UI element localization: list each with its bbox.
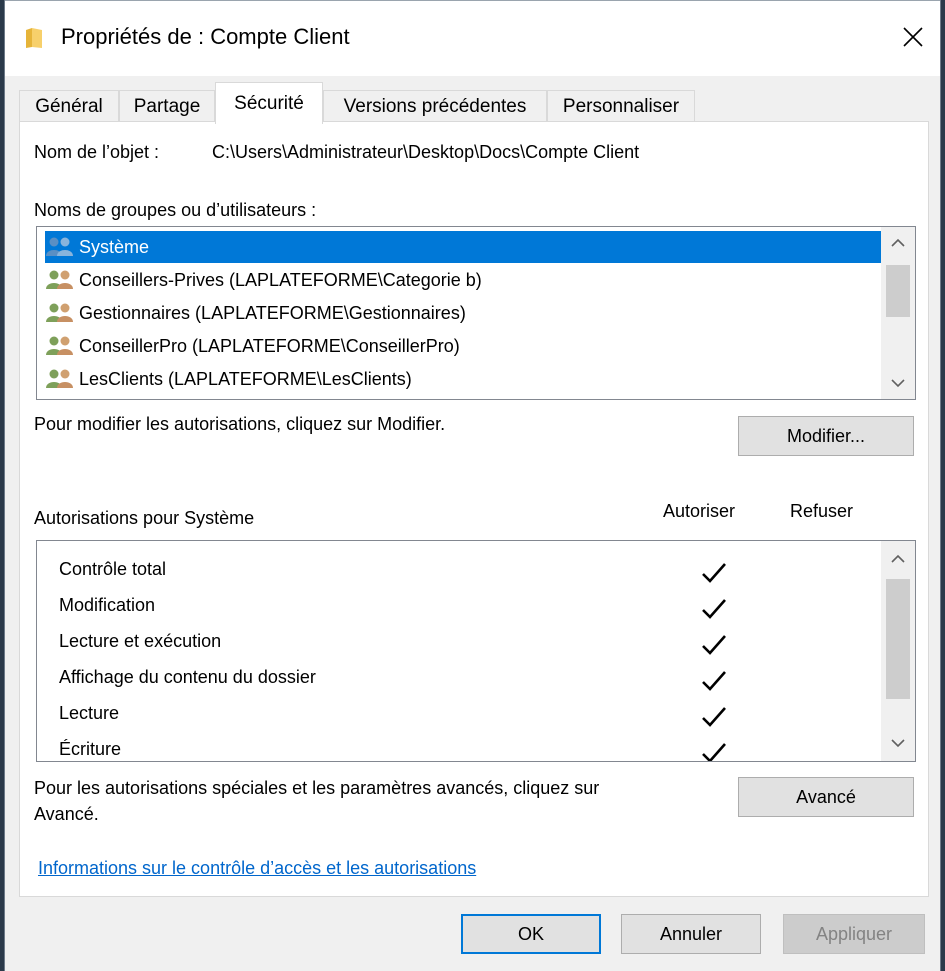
- object-path: C:\Users\Administrateur\Desktop\Docs\Com…: [212, 142, 640, 162]
- permission-row-full-control: Contrôle total: [37, 553, 883, 589]
- permission-name: Modification: [59, 595, 156, 615]
- check-icon: [702, 563, 726, 583]
- title-top-strip: [5, 0, 940, 6]
- title-bar: Propriétés de : Compte Client: [5, 0, 940, 76]
- groups-scrollbar[interactable]: [881, 227, 915, 399]
- scroll-down-icon[interactable]: [881, 369, 915, 397]
- groups-label: Noms de groupes ou d’utilisateurs :: [34, 200, 317, 220]
- close-icon: [903, 27, 923, 47]
- object-name-label: Nom de l’objet :: [34, 142, 160, 162]
- scroll-up-icon[interactable]: [881, 545, 915, 573]
- permission-name: Lecture et exécution: [59, 631, 222, 651]
- tab-general[interactable]: Général: [19, 90, 119, 122]
- window-title: Propriétés de : Compte Client: [61, 24, 350, 49]
- list-item-label: Conseillers-Prives (LAPLATEFORME\Categor…: [79, 269, 482, 290]
- list-item-systeme[interactable]: Système: [45, 231, 882, 263]
- permissions-scroll-thumb[interactable]: [886, 579, 910, 699]
- scroll-up-icon[interactable]: [881, 229, 915, 257]
- groups-list[interactable]: Système Conseillers-Prives (LAPLATEFORME…: [36, 226, 916, 400]
- permissions-list[interactable]: Contrôle total Modification Lecture et e…: [36, 540, 916, 762]
- list-item-label: LesClients (LAPLATEFORME\LesClients): [79, 368, 412, 389]
- groups-scroll-thumb[interactable]: [886, 265, 910, 317]
- tab-previous-versions[interactable]: Versions précédentes: [323, 90, 547, 122]
- access-control-info-link[interactable]: Informations sur le contrôle d’accès et …: [38, 858, 476, 879]
- user-group-icon: [46, 237, 73, 256]
- folder-icon: [26, 28, 42, 48]
- permission-name: Contrôle total: [59, 559, 167, 579]
- list-item-conseillerpro[interactable]: ConseillerPro (LAPLATEFORME\ConseillerPr…: [45, 330, 460, 362]
- user-group-icon: [46, 303, 73, 322]
- check-icon: [702, 635, 726, 655]
- permission-row-write: Écriture: [37, 733, 883, 761]
- list-item-lesclients[interactable]: LesClients (LAPLATEFORME\LesClients): [45, 363, 412, 395]
- modify-hint: Pour modifier les autorisations, cliquez…: [34, 414, 446, 434]
- allow-header: Autoriser: [663, 501, 736, 521]
- user-group-icon: [46, 270, 73, 289]
- user-group-icon: [46, 336, 73, 355]
- list-item-label: ConseillerPro (LAPLATEFORME\ConseillerPr…: [79, 335, 460, 356]
- tab-security[interactable]: Sécurité: [215, 82, 323, 124]
- permission-name: Écriture: [59, 739, 122, 759]
- list-item-conseillers-prives[interactable]: Conseillers-Prives (LAPLATEFORME\Categor…: [45, 264, 482, 296]
- check-icon: [702, 599, 726, 619]
- modify-button[interactable]: Modifier...: [738, 416, 914, 456]
- ok-button[interactable]: OK: [461, 914, 601, 954]
- permissions-label: Autorisations pour Système: [34, 508, 255, 528]
- tab-customize[interactable]: Personnaliser: [547, 90, 695, 122]
- check-icon: [702, 671, 726, 691]
- cancel-button[interactable]: Annuler: [621, 914, 761, 954]
- tab-sharing[interactable]: Partage: [119, 90, 215, 122]
- permission-name: Lecture: [59, 703, 120, 723]
- advanced-hint-line2: Avancé.: [34, 804, 99, 824]
- check-icon: [702, 707, 726, 727]
- list-item-label: Gestionnaires (LAPLATEFORME\Gestionnaire…: [79, 302, 466, 323]
- list-item-gestionnaires[interactable]: Gestionnaires (LAPLATEFORME\Gestionnaire…: [45, 297, 466, 329]
- permission-row-list-folder: Affichage du contenu du dossier: [37, 661, 883, 697]
- check-icon: [702, 743, 726, 761]
- advanced-button[interactable]: Avancé: [738, 777, 914, 817]
- permission-row-read-execute: Lecture et exécution: [37, 625, 883, 661]
- advanced-hint-line1: Pour les autorisations spéciales et les …: [34, 778, 600, 798]
- permission-name: Affichage du contenu du dossier: [59, 667, 316, 687]
- deny-header: Refuser: [790, 501, 854, 521]
- close-button[interactable]: [886, 14, 940, 60]
- user-group-icon: [46, 369, 73, 388]
- security-panel: Nom de l’objet : C:\Users\Administrateur…: [19, 121, 929, 897]
- scroll-down-icon[interactable]: [881, 729, 915, 757]
- properties-dialog: Propriétés de : Compte Client Général Pa…: [4, 0, 941, 971]
- list-item-label: Système: [79, 236, 150, 257]
- permission-row-read: Lecture: [37, 697, 883, 733]
- apply-button: Appliquer: [783, 914, 925, 954]
- permissions-scrollbar[interactable]: [881, 541, 915, 761]
- permission-row-modify: Modification: [37, 589, 883, 625]
